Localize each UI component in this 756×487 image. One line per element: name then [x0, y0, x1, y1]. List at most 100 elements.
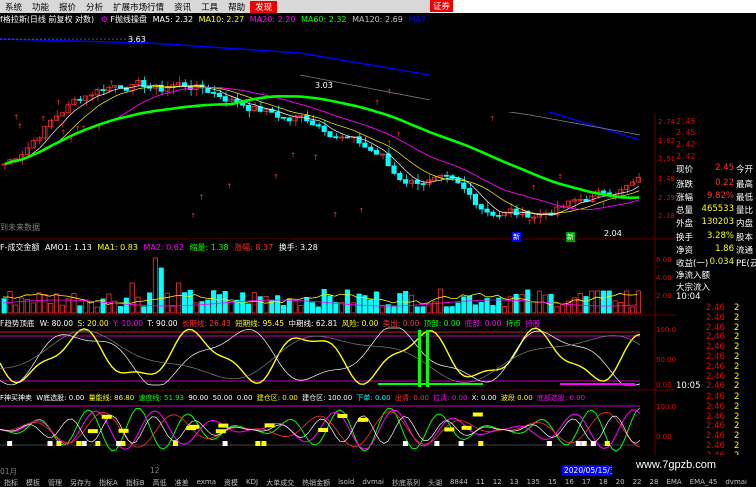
candle-body [100, 89, 106, 91]
candle-body [577, 198, 583, 201]
ladder-price: 2.45 [676, 117, 696, 126]
bottom-tab[interactable]: 18 [595, 478, 612, 487]
volume-bar [600, 290, 606, 314]
buysell-buildline: 建仓区: 100.00 [302, 394, 353, 402]
bottom-tab[interactable]: dvmai [721, 478, 751, 487]
volume-bar [315, 306, 321, 314]
bottom-tab[interactable]: exma [193, 478, 220, 487]
menu-item-tools[interactable]: 工具 [196, 1, 223, 13]
volume-bar [327, 295, 333, 314]
volume-bar [147, 292, 153, 314]
candle-body [391, 165, 397, 174]
volume-indicator-name[interactable]: F-成交金额 [0, 243, 40, 252]
bottom-tab[interactable]: 头湖 [424, 478, 446, 487]
bottom-tab[interactable]: EMA_45 [686, 478, 722, 487]
sell-signal-box [101, 414, 112, 419]
volume-bar [53, 293, 60, 314]
bottom-tab[interactable]: 28 [646, 478, 663, 487]
new-badge-2: 新 [566, 232, 575, 242]
bottom-tab[interactable]: 资模 [220, 478, 242, 487]
menu-item-quote[interactable]: 报价 [54, 1, 81, 13]
menu-item-analysis[interactable]: 分析 [81, 1, 108, 13]
candle-body [245, 104, 252, 111]
candle-body [181, 82, 188, 87]
bottom-tab[interactable]: dvmai [358, 478, 388, 487]
bottom-tab[interactable]: 17 [578, 478, 595, 487]
buy-signal-box [172, 441, 178, 446]
bottom-tab[interactable]: 135 [523, 478, 544, 487]
indicator-name[interactable]: F抛线操盘 [110, 15, 147, 24]
buy-signal-box [120, 441, 126, 446]
bottom-tab[interactable]: KDJ [242, 478, 262, 487]
menu-item-help[interactable]: 帮助 [223, 1, 250, 13]
bottom-tab[interactable]: 高低 [149, 478, 171, 487]
candle-body [368, 146, 374, 151]
menu-item-news[interactable]: 资讯 [169, 1, 196, 13]
bottom-tab[interactable]: 16 [561, 478, 578, 487]
trend-pane [0, 327, 641, 387]
bottom-tab[interactable]: EMA [662, 478, 685, 487]
volume-bar [595, 290, 601, 314]
bottom-tab[interactable]: 22 [629, 478, 646, 487]
candle-body [339, 136, 345, 139]
bottom-tab[interactable]: 15 [544, 478, 561, 487]
empty-area [430, 25, 676, 112]
bottom-tab[interactable]: 模板 [22, 478, 44, 487]
watermark-text: www.7gpzb.com [636, 459, 717, 471]
candle-body [321, 125, 327, 133]
bottom-tab[interactable]: 8844 [446, 478, 472, 487]
trend-indicator-name[interactable]: F趋势顶底 [0, 319, 34, 328]
volume-bar [467, 295, 473, 314]
buysell-indicator-name[interactable]: F神买神卖 [0, 394, 32, 402]
bottom-tab[interactable]: 13 [506, 478, 523, 487]
menu-item-discover[interactable]: 发现 [250, 0, 278, 13]
menu-item-system[interactable]: 系统 [0, 1, 27, 13]
buy-signal-box [261, 441, 267, 446]
ma10-value: MA10: 2.27 [198, 15, 245, 24]
menu-item-extended-market[interactable]: 扩展市场行情 [108, 1, 169, 13]
arrow-marker: ↑ [273, 173, 279, 181]
volume-bar [408, 294, 414, 314]
bottom-tab[interactable]: 准差 [171, 478, 193, 487]
quote-label: 净流入额 [676, 271, 711, 281]
quote-label: 现价 [676, 165, 694, 175]
volume-bar [280, 304, 286, 314]
buy-signal-box [81, 441, 87, 446]
menu-item-function[interactable]: 功能 [27, 1, 54, 13]
buysell-out: 出清: 0.00 [394, 394, 429, 402]
candle-body [403, 179, 409, 184]
bottom-tab[interactable]: 另存为 [66, 478, 95, 487]
bottom-tab[interactable]: 指标B [122, 478, 149, 487]
candle-body [77, 98, 83, 101]
bottom-tab[interactable]: 指标A [95, 478, 122, 487]
volume-bar [391, 306, 397, 314]
bottom-tab[interactable]: 大单成交 [262, 478, 298, 487]
bottom-tab[interactable]: 20 [612, 478, 629, 487]
bottom-tab[interactable]: 指标 [0, 478, 22, 487]
tick-qty: 2 [734, 303, 740, 313]
candle-body [420, 183, 426, 185]
tick-price: 2.46 [706, 342, 725, 353]
tick-qty: 2 [734, 401, 740, 412]
sell-signal-box [358, 417, 369, 422]
buysell-dev: 量能线: 86.80 [88, 394, 135, 402]
trend-s: S: 20.00 [77, 319, 109, 328]
trend-w: W: 80.00 [39, 319, 74, 328]
bottom-tab[interactable]: 管理 [44, 478, 66, 487]
ma60-value: MA60: 2.32 [300, 15, 347, 24]
quote-suffix: PE(云 [736, 259, 756, 269]
gear-icon[interactable]: ⚙ [101, 15, 108, 24]
volume-bar [199, 301, 205, 314]
arrow-marker: ↑ [60, 128, 66, 136]
securities-label[interactable]: 证券 [430, 0, 454, 12]
bottom-tab[interactable]: 热销金额 [298, 478, 334, 487]
volume-bar [245, 303, 252, 314]
volume-axis-label: 6.00 [656, 256, 672, 264]
bottom-tab[interactable]: 12 [489, 478, 506, 487]
bottom-tab[interactable]: lsold [334, 478, 358, 487]
bottom-tab[interactable]: 11 [472, 478, 489, 487]
candle-body [211, 92, 217, 94]
bottom-tab[interactable]: 抄底系列 [388, 478, 424, 487]
buysell-sell: 下单: 0.00 [356, 394, 391, 402]
buy-signal-box [581, 441, 587, 446]
